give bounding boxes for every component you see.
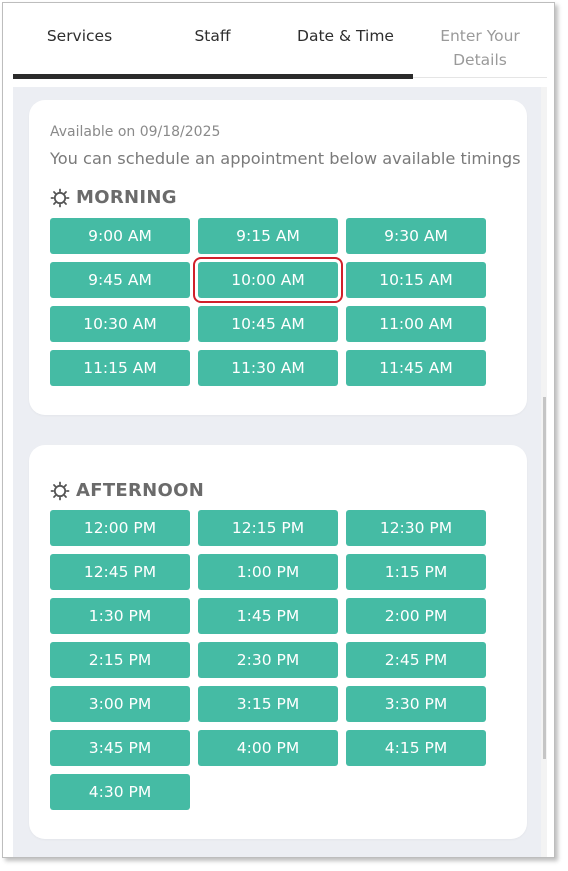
time-slot-button[interactable]: 4:15 PM [346,730,486,766]
timeslot-scroll-area: Available on 09/18/2025 You can schedule… [13,87,546,857]
time-slot-button[interactable]: 11:30 AM [198,350,338,386]
time-slot-button[interactable]: 3:30 PM [346,686,486,722]
time-slot-button[interactable]: 10:30 AM [50,306,190,342]
time-slot-button[interactable]: 12:00 PM [50,510,190,546]
time-slot-button[interactable]: 11:15 AM [50,350,190,386]
time-slot-button[interactable]: 9:00 AM [50,218,190,254]
booking-widget: Services Staff Date & Time Enter Your De… [2,2,555,858]
morning-title: MORNING [76,187,177,208]
afternoon-heading: AFTERNOON [50,480,204,501]
time-slot-button[interactable]: 9:45 AM [50,262,190,298]
scrollbar-thumb[interactable] [543,397,546,759]
time-slot-button[interactable]: 12:30 PM [346,510,486,546]
availability-message: You can schedule an appointment below av… [50,149,521,168]
afternoon-title: AFTERNOON [76,480,205,501]
time-slot-button[interactable]: 1:00 PM [198,554,338,590]
time-slot-button[interactable]: 11:00 AM [346,306,486,342]
step-tabs: Services Staff Date & Time Enter Your De… [13,3,547,81]
time-slot-button[interactable]: 2:15 PM [50,642,190,678]
sun-icon [50,481,70,500]
time-slot-button[interactable]: 2:30 PM [198,642,338,678]
time-slot-button[interactable]: 4:30 PM [50,774,190,810]
time-slot-button[interactable]: 10:00 AM [193,257,343,303]
time-slot-button[interactable]: 3:45 PM [50,730,190,766]
tab-staff[interactable]: Staff [146,3,279,77]
tab-date-time[interactable]: Date & Time [279,3,412,77]
available-date: Available on 09/18/2025 [50,124,221,140]
tab-enter-details[interactable]: Enter Your Details [413,3,547,77]
time-slot-button[interactable]: 2:00 PM [346,598,486,634]
morning-heading: MORNING [50,187,177,208]
sun-icon [50,188,70,207]
time-slot-button[interactable]: 11:45 AM [346,350,486,386]
time-slot-button[interactable]: 9:30 AM [346,218,486,254]
time-slot-button[interactable]: 12:15 PM [198,510,338,546]
time-slot-button[interactable]: 12:45 PM [50,554,190,590]
time-slot-button[interactable]: 3:00 PM [50,686,190,722]
step-progress-bar [13,74,413,79]
time-slot-button[interactable]: 10:45 AM [198,306,338,342]
time-slot-button[interactable]: 2:45 PM [346,642,486,678]
morning-card: Available on 09/18/2025 You can schedule… [29,100,527,415]
time-slot-button[interactable]: 4:00 PM [198,730,338,766]
time-slot-button[interactable]: 3:15 PM [198,686,338,722]
afternoon-card: AFTERNOON 12:00 PM 12:15 PM 12:30 PM 12:45 … [29,445,527,839]
time-slot-button[interactable]: 10:15 AM [346,262,486,298]
time-slot-button[interactable]: 1:30 PM [50,598,190,634]
time-slot-button[interactable]: 1:45 PM [198,598,338,634]
time-slot-button[interactable]: 1:15 PM [346,554,486,590]
step-progress-track [413,77,547,78]
tab-services[interactable]: Services [13,3,146,77]
time-slot-button[interactable]: 9:15 AM [198,218,338,254]
